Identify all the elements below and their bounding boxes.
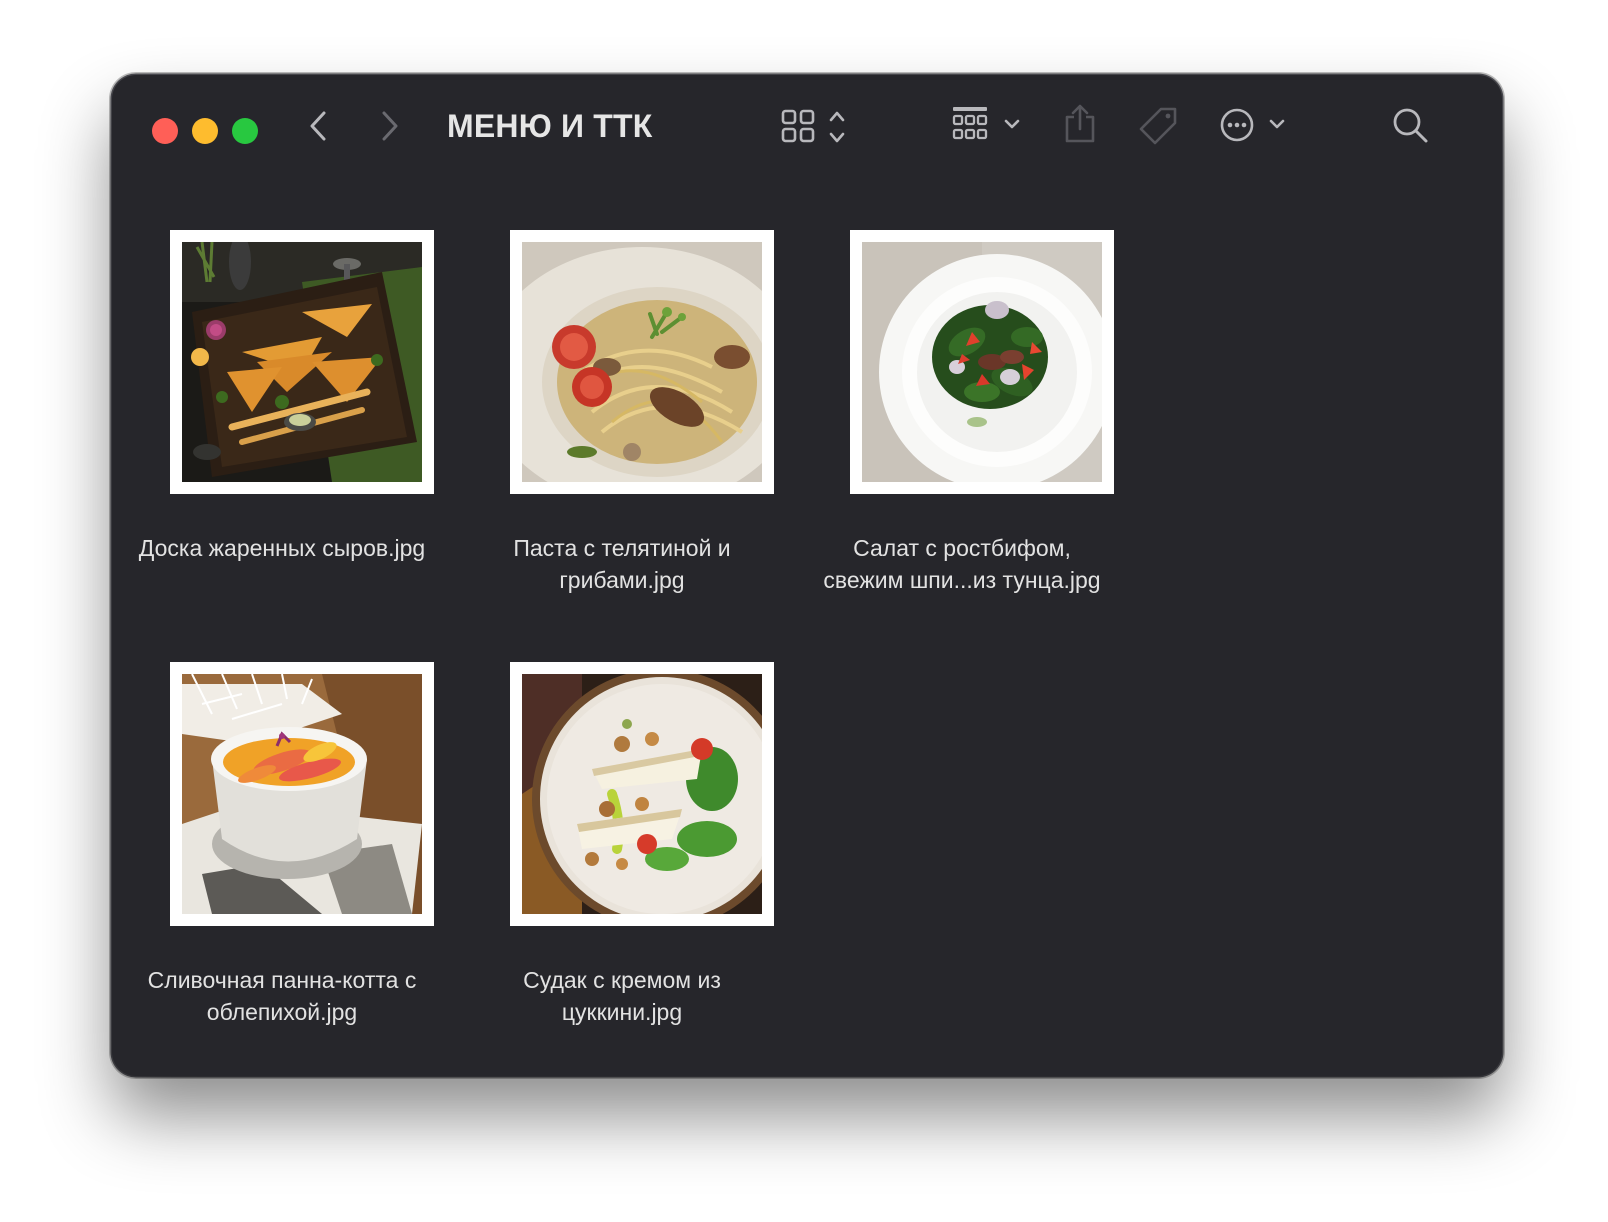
file-name-line2: цуккини.jpg [561,999,683,1025]
file-name: Салат с ростбифом, свежим шпи...из тунца… [792,532,1132,596]
file-name-line1: Сливочная панна-котта с [147,967,417,993]
file-name: Доска жаренных сыров.jpg [112,532,452,564]
tag-icon[interactable] [1137,105,1181,149]
finder-window: МЕНЮ И ТТК Доска жаренных сыров.jpg Паст… [112,75,1502,1076]
file-name-line1: Паста с телятиной и [513,535,731,561]
food-photo-thumbnail [862,242,1102,482]
thumbnail-frame [510,230,774,494]
file-name: Судак с кремом из цуккини.jpg [452,964,792,1028]
food-photo-thumbnail [522,242,762,482]
food-photo-thumbnail [182,674,422,914]
food-photo-thumbnail [182,242,422,482]
file-name-line2: грибами.jpg [559,567,685,593]
file-name-line1: Доска жаренных сыров.jpg [138,535,426,561]
forward-icon[interactable] [374,109,404,143]
minimize-button[interactable] [192,118,218,144]
file-name-line1: Салат с ростбифом, [853,535,1071,561]
zoom-button[interactable] [232,118,258,144]
thumbnail-frame [850,230,1114,494]
file-name: Сливочная панна-котта с облепихой.jpg [112,964,452,1028]
file-name-line2: облепихой.jpg [206,999,358,1025]
close-button[interactable] [152,118,178,144]
search-icon[interactable] [1390,105,1432,147]
toolbar: МЕНЮ И ТТК [112,75,1502,185]
file-name-line1: Судак с кремом из [523,967,721,993]
back-icon[interactable] [304,109,334,143]
file-name-line2: свежим шпи...из тунца.jpg [823,567,1101,593]
food-photo-thumbnail [522,674,762,914]
thumbnail-frame [510,662,774,926]
thumbnail-frame [170,230,434,494]
thumbnail-frame [170,662,434,926]
more-icon[interactable] [1218,105,1290,147]
group-icon[interactable] [950,105,1028,147]
window-title: МЕНЮ И ТТК [447,108,653,144]
file-name: Паста с телятиной и грибами.jpg [452,532,792,596]
icon-view-icon[interactable] [780,107,852,147]
share-icon[interactable] [1062,103,1098,145]
